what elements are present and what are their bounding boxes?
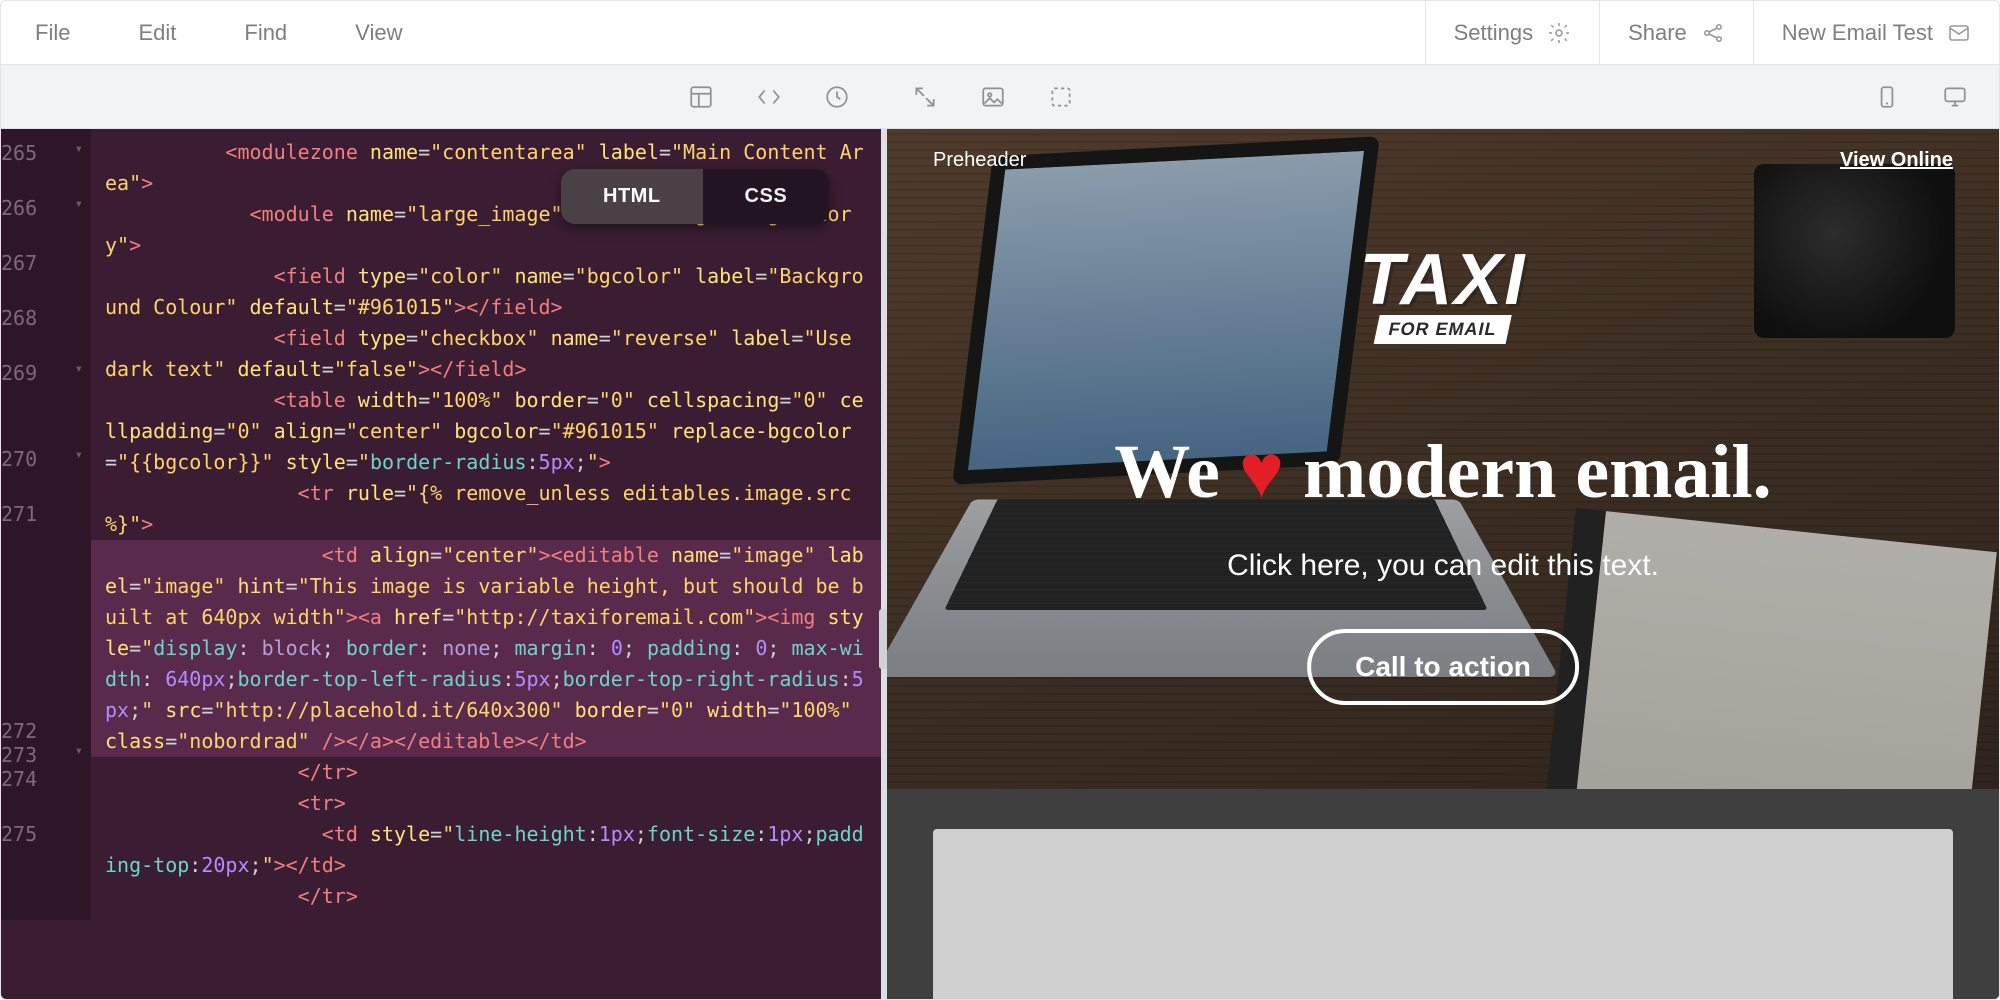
- tab-css[interactable]: CSS: [703, 169, 830, 224]
- mobile-preview-icon[interactable]: [1873, 83, 1901, 111]
- view-online-link[interactable]: View Online: [1840, 149, 1953, 172]
- image-icon[interactable]: [979, 83, 1007, 111]
- code-editor[interactable]: 265▾266▾267268269▾270▾271272273▾274275 <…: [1, 129, 881, 999]
- menu-file[interactable]: File: [1, 1, 104, 64]
- logo-bottom-text: FOR EMAIL: [1374, 315, 1512, 344]
- share-button[interactable]: Share: [1599, 1, 1753, 64]
- preview-pane: Preheader View Online TAXI FOR EMAIL We …: [887, 129, 1999, 999]
- settings-label: Settings: [1454, 20, 1534, 46]
- headline-part-2: modern email.: [1284, 430, 1772, 514]
- tab-html[interactable]: HTML: [561, 169, 703, 224]
- mail-icon: [1947, 21, 1971, 45]
- cta-button[interactable]: Call to action: [1307, 629, 1579, 705]
- content-card[interactable]: [933, 829, 1953, 999]
- menubar: File Edit Find View Settings Share New E…: [1, 1, 1999, 65]
- new-email-test-button[interactable]: New Email Test: [1753, 1, 1999, 64]
- toolbar: [1, 65, 1999, 129]
- share-icon: [1701, 21, 1725, 45]
- logo-top-text: TAXI: [1360, 239, 1527, 321]
- code-tabs: HTML CSS: [561, 169, 829, 224]
- logo: TAXI FOR EMAIL: [1360, 239, 1527, 344]
- selection-icon[interactable]: [1047, 83, 1075, 111]
- menu-edit[interactable]: Edit: [104, 1, 210, 64]
- settings-button[interactable]: Settings: [1425, 1, 1600, 64]
- preheader-text[interactable]: Preheader: [933, 149, 1026, 172]
- history-icon[interactable]: [823, 83, 851, 111]
- menu-view[interactable]: View: [321, 1, 436, 64]
- headline-part-1: We: [1114, 430, 1239, 514]
- share-label: Share: [1628, 20, 1687, 46]
- desktop-preview-icon[interactable]: [1941, 83, 1969, 111]
- gear-icon: [1547, 21, 1571, 45]
- new-email-test-label: New Email Test: [1782, 20, 1933, 46]
- menu-find[interactable]: Find: [210, 1, 321, 64]
- code-content[interactable]: <modulezone name="contentarea" label="Ma…: [91, 129, 881, 920]
- line-gutter: 265▾266▾267268269▾270▾271272273▾274275: [1, 129, 91, 920]
- expand-icon[interactable]: [911, 83, 939, 111]
- layout-icon[interactable]: [687, 83, 715, 111]
- code-icon[interactable]: [755, 83, 783, 111]
- subheadline[interactable]: Click here, you can edit this text.: [887, 549, 1999, 583]
- headline[interactable]: We ♥ modern email.: [887, 429, 1999, 516]
- heart-icon: ♥: [1239, 430, 1284, 514]
